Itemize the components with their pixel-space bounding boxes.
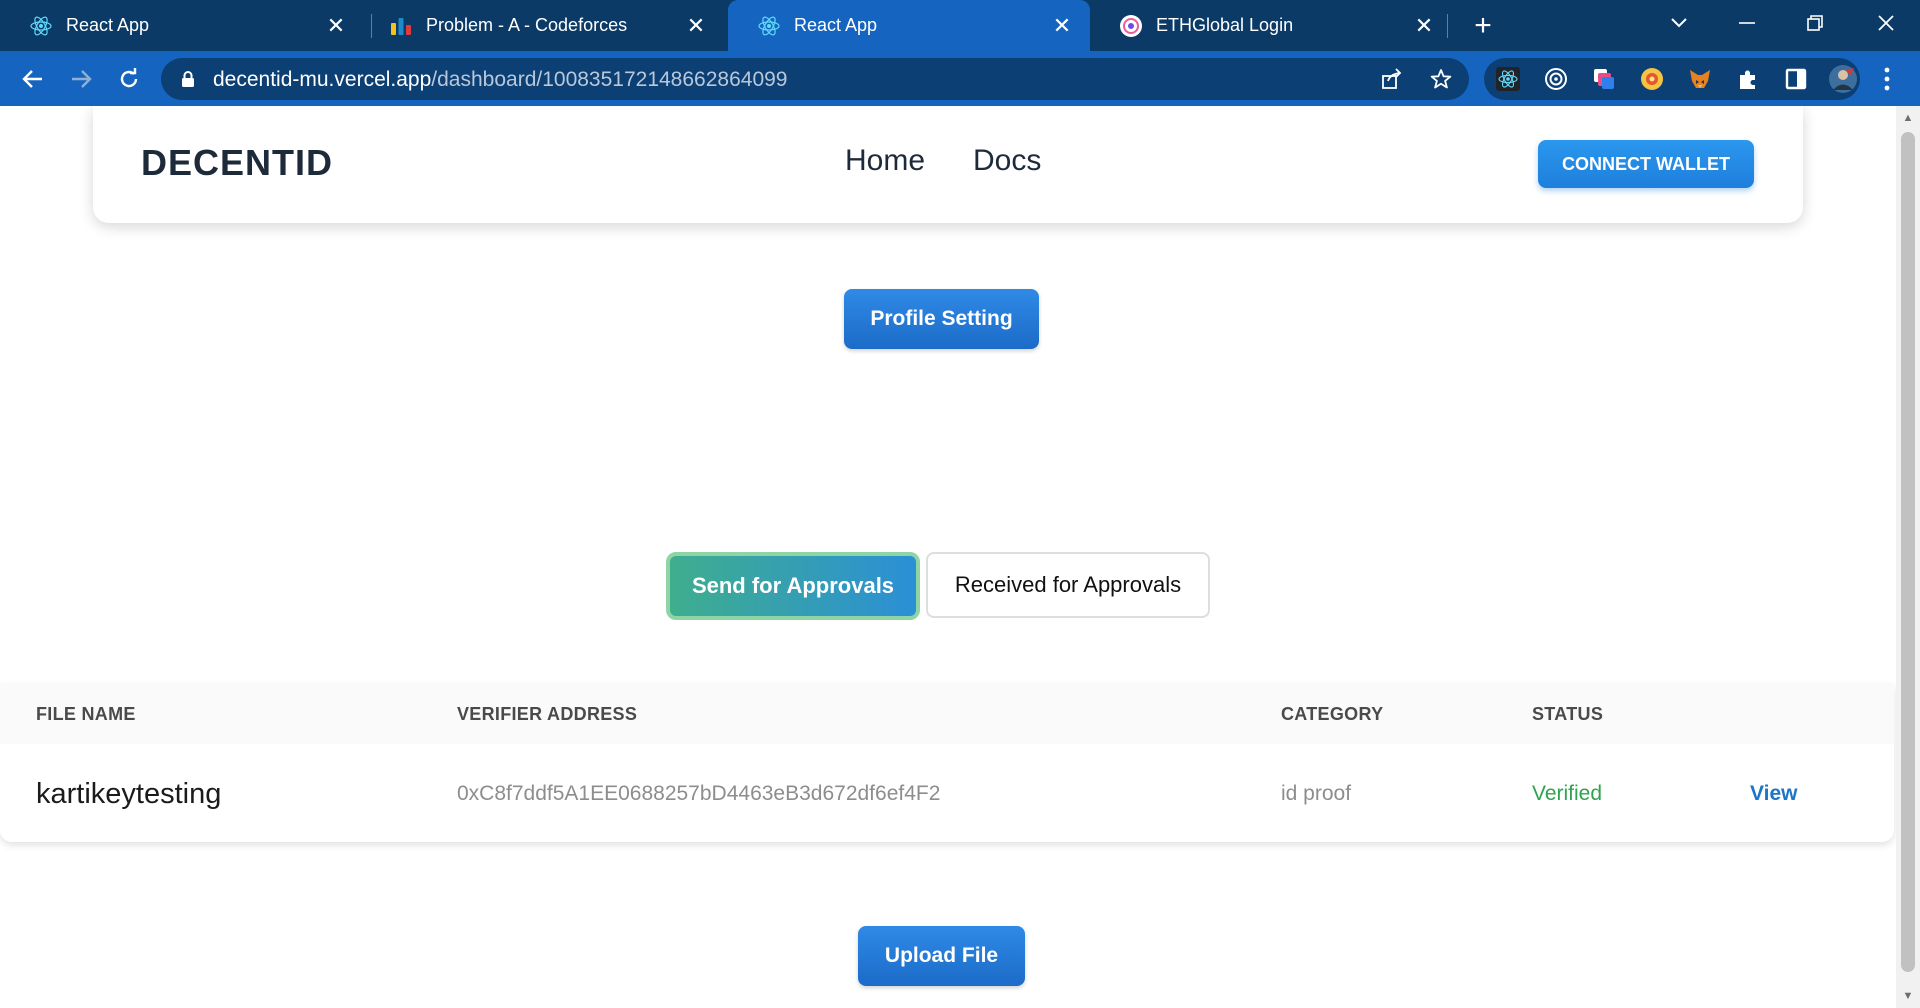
file-name-cell: kartikeytesting: [36, 778, 222, 810]
received-for-approvals-tab[interactable]: Received for Approvals: [926, 552, 1210, 618]
connect-wallet-button[interactable]: CONNECT WALLET: [1538, 140, 1754, 188]
forward-icon[interactable]: [63, 61, 99, 97]
site-navbar: DECENTID Home Docs CONNECT WALLET: [93, 106, 1803, 223]
page-viewport: DECENTID Home Docs CONNECT WALLET Profil…: [0, 106, 1896, 1008]
browser-toolbar: decentid-mu.vercel.app/dashboard/1008351…: [0, 51, 1920, 106]
profile-setting-button[interactable]: Profile Setting: [844, 289, 1039, 349]
puzzle-extensions-icon[interactable]: [1736, 67, 1760, 91]
category-cell: id proof: [1281, 782, 1352, 805]
status-badge: Verified: [1532, 782, 1603, 805]
tab-codeforces[interactable]: Problem - A - Codeforces ✕: [360, 0, 724, 51]
tab-search-icon[interactable]: [1659, 6, 1699, 40]
codeforces-icon: [388, 13, 414, 39]
close-icon[interactable]: ✕: [1410, 12, 1438, 40]
column-header-file-name: FILE NAME: [36, 704, 136, 724]
table-header: FILE NAME VERIFIER ADDRESS CATEGORY STAT…: [0, 684, 1894, 744]
tab-react-app-1[interactable]: React App ✕: [0, 0, 364, 51]
tab-title: ETHGlobal Login: [1156, 15, 1294, 35]
upload-file-button[interactable]: Upload File: [858, 926, 1025, 986]
column-header-verifier-address: VERIFIER ADDRESS: [457, 704, 638, 724]
minimize-icon[interactable]: [1727, 6, 1767, 40]
view-link[interactable]: View: [1750, 782, 1797, 806]
reload-icon[interactable]: [111, 61, 147, 97]
verifier-address-cell: 0xC8f7ddf5A1EE0688257bD4463eB3d672df6ef4…: [457, 782, 941, 805]
url-path: /dashboard/100835172148662864099: [431, 68, 788, 91]
page-scrollbar[interactable]: ▲ ▼: [1896, 106, 1920, 1008]
target-extension-icon[interactable]: [1544, 67, 1568, 91]
close-icon[interactable]: ✕: [322, 12, 350, 40]
nav-link-docs[interactable]: Docs: [973, 144, 1041, 178]
new-tab-button[interactable]: +: [1466, 9, 1500, 43]
send-for-approvals-tab[interactable]: Send for Approvals: [666, 552, 920, 620]
url-host: decentid-mu.vercel.app: [213, 68, 432, 91]
react-icon: [28, 13, 54, 39]
tab-ethglobal[interactable]: ETHGlobal Login ✕: [1090, 0, 1452, 51]
more-menu-icon[interactable]: [1874, 63, 1900, 95]
react-icon: [756, 13, 782, 39]
window-close-icon[interactable]: [1866, 6, 1906, 40]
close-icon[interactable]: ✕: [1048, 12, 1076, 40]
scroll-down-icon[interactable]: ▼: [1902, 990, 1914, 1002]
url-text[interactable]: decentid-mu.vercel.app/dashboard/1008351…: [213, 68, 787, 92]
share-icon[interactable]: [1380, 67, 1404, 91]
tab-strip: React App ✕ Problem - A - Codeforces ✕ R…: [0, 0, 1920, 51]
tab-title: React App: [66, 15, 150, 35]
scrollbar-thumb[interactable]: [1901, 132, 1915, 972]
column-header-category: CATEGORY: [1281, 704, 1384, 724]
coin-extension-icon[interactable]: [1640, 67, 1664, 91]
brand-logo[interactable]: DECENTID: [141, 142, 333, 184]
metamask-fox-icon[interactable]: [1688, 67, 1712, 91]
scroll-up-icon[interactable]: ▲: [1902, 112, 1914, 124]
address-bar[interactable]: decentid-mu.vercel.app/dashboard/1008351…: [161, 58, 1469, 100]
extensions-bar: [1484, 58, 1860, 100]
column-header-status: STATUS: [1532, 704, 1604, 724]
restore-icon[interactable]: [1795, 6, 1835, 40]
close-icon[interactable]: ✕: [682, 12, 710, 40]
approvals-table: FILE NAME VERIFIER ADDRESS CATEGORY STAT…: [0, 684, 1894, 842]
lock-icon[interactable]: [179, 70, 197, 88]
react-devtools-icon[interactable]: [1496, 67, 1520, 91]
tab-title: React App: [794, 15, 878, 35]
tab-title: Problem - A - Codeforces: [426, 15, 628, 35]
ethglobal-icon: [1118, 13, 1144, 39]
back-icon[interactable]: [15, 61, 51, 97]
bookmark-star-icon[interactable]: [1429, 67, 1453, 91]
tab-separator: [1447, 14, 1448, 38]
tab-manager-extension-icon[interactable]: [1592, 67, 1616, 91]
nav-link-home[interactable]: Home: [845, 144, 925, 178]
avatar[interactable]: [1828, 64, 1858, 94]
side-panel-icon[interactable]: [1784, 67, 1808, 91]
tab-react-app-active[interactable]: React App ✕: [728, 0, 1090, 51]
